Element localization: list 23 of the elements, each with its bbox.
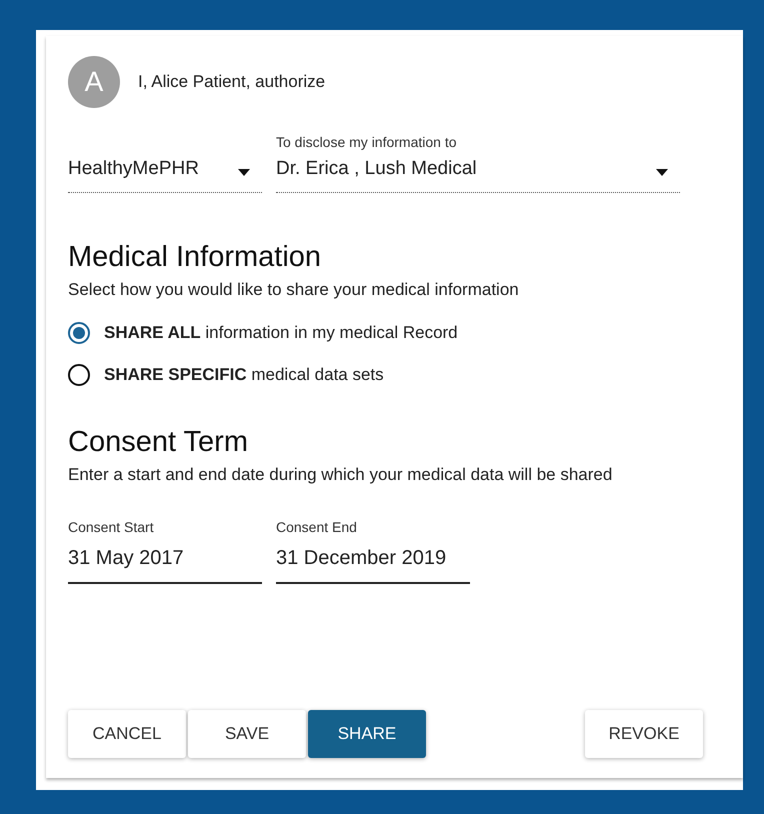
section-title: Medical Information	[68, 241, 322, 274]
date-field[interactable]: 31 December 2019	[276, 537, 470, 584]
radio-label: SHARE ALL information in my medical Record	[104, 323, 458, 343]
field-label: Consent Start	[68, 519, 155, 537]
radio-button[interactable]	[68, 364, 90, 386]
dropdown[interactable]: Dr. Erica , Lush Medical	[276, 152, 680, 193]
caret-icon	[656, 168, 668, 176]
revoke-button[interactable]: REVOKE	[585, 710, 703, 758]
section-title: Consent Term	[68, 426, 249, 459]
field-label: Consent End	[276, 519, 358, 537]
avatar: A	[68, 56, 120, 108]
authorization-text: I, Alice Patient, authorize	[138, 72, 326, 92]
caret-icon	[238, 168, 250, 176]
action-button[interactable]: SAVE	[188, 710, 306, 758]
radio-button[interactable]	[68, 322, 90, 344]
radio-label: SHARE SPECIFIC medical data sets	[104, 365, 384, 385]
action-button[interactable]: CANCEL	[68, 710, 186, 758]
action-button[interactable]: SHARE	[308, 710, 426, 758]
dropdown[interactable]: HealthyMePHR	[68, 152, 262, 193]
section-subtitle: Enter a start and end date during which your medical data will be shared	[68, 465, 614, 485]
section-subtitle: Select how you would like to share your medical information	[68, 280, 520, 300]
date-field[interactable]: 31 May 2017	[68, 537, 262, 584]
field-label: To disclose my information to	[276, 134, 458, 152]
